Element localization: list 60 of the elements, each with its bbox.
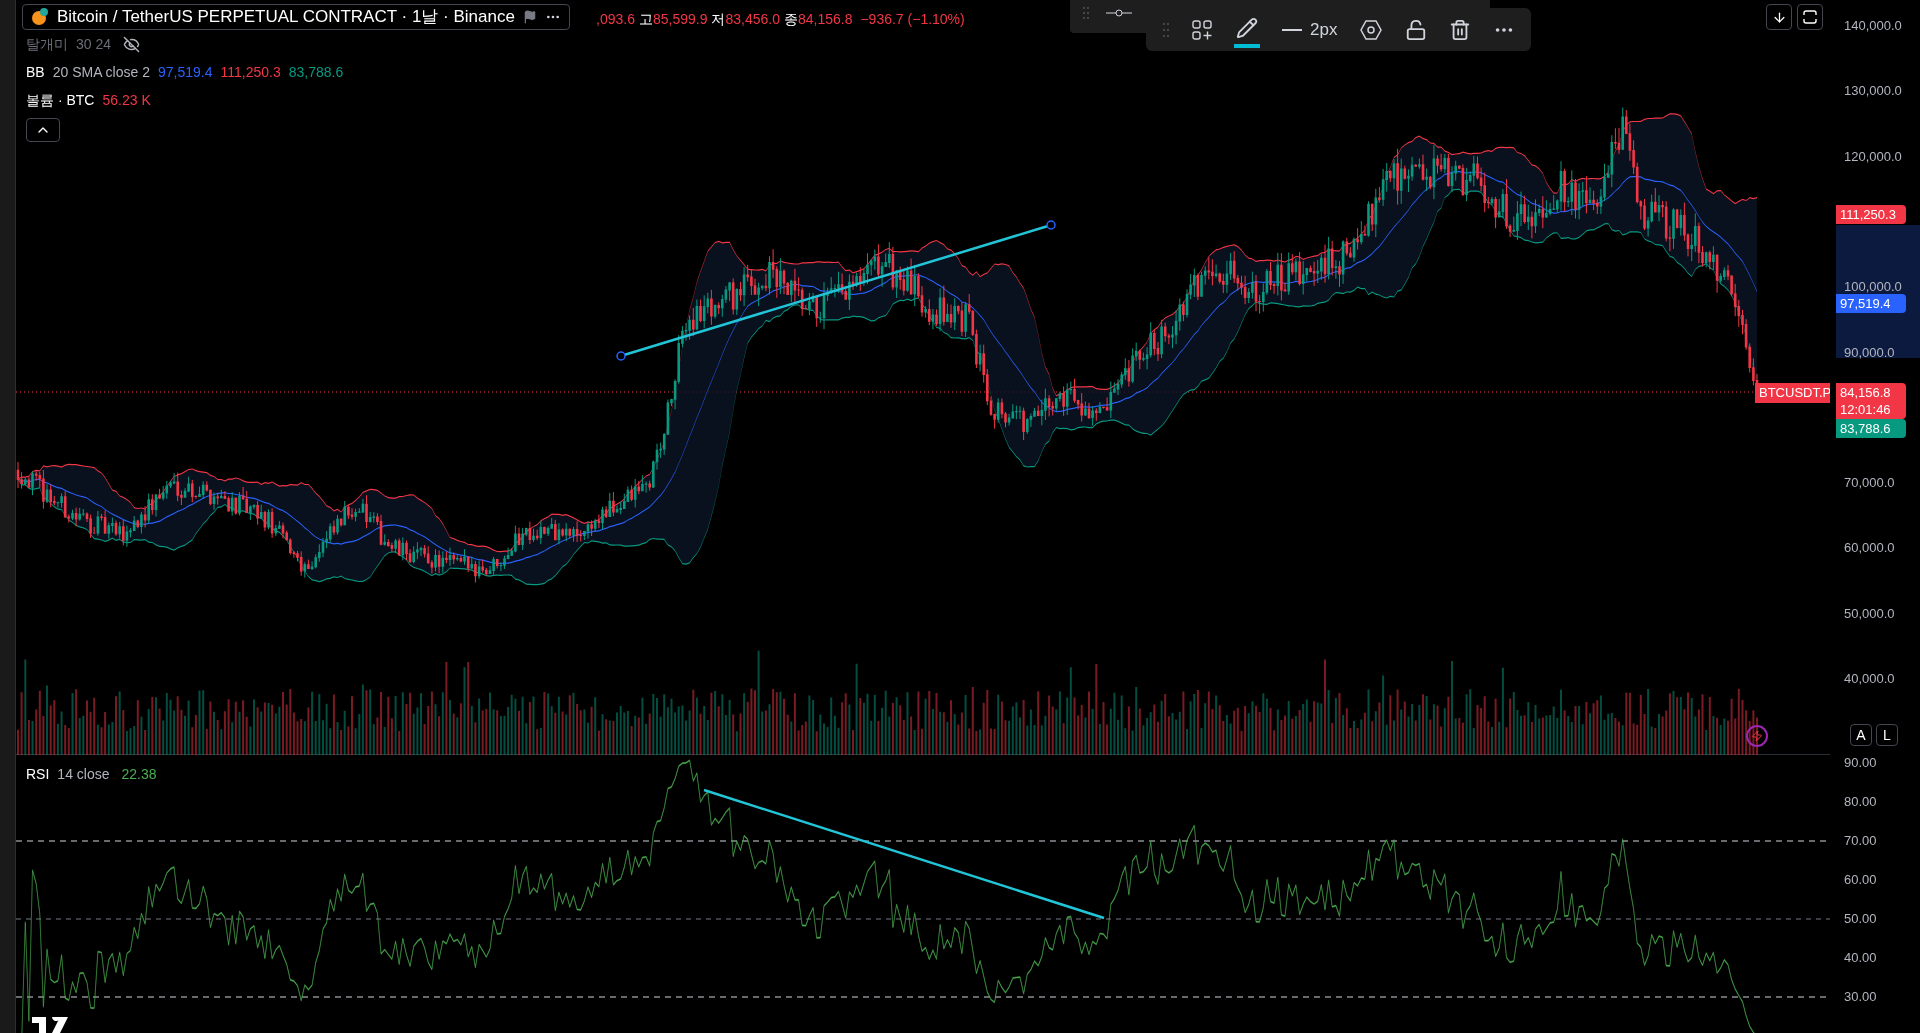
indicator-params: 14 close <box>57 765 110 784</box>
price-tick: 120,000.0 <box>1844 148 1902 165</box>
ohlc-value: 종84,156.8 <box>783 10 853 29</box>
flag-icon[interactable] <box>522 10 537 24</box>
price-tick: 70,000.0 <box>1844 475 1895 492</box>
collapse-button[interactable] <box>26 118 60 142</box>
ohlc-value: 저 83,456.0 <box>711 10 780 29</box>
scale-button[interactable]: L <box>1876 724 1898 746</box>
price-tick: 140,000.0 <box>1844 18 1902 34</box>
slider-icon[interactable] <box>1106 7 1132 18</box>
indicator-params: 30 24 <box>76 35 112 54</box>
rsi-tick: 60.00 <box>1844 872 1877 888</box>
indicator-title[interactable]: RSI <box>26 764 50 785</box>
bitcoin-icon <box>31 8 49 26</box>
price-label: 97,519.4 <box>1836 294 1906 313</box>
indicator-value: 56.23 K <box>102 91 151 110</box>
indicator-title[interactable]: 탈개미 <box>26 34 68 55</box>
grip-icon[interactable] <box>1082 5 1090 20</box>
indicator-title[interactable]: 볼륨 · BTC <box>26 90 95 111</box>
indicator-value: 22.38 <box>121 765 157 784</box>
price-label: 111,250.3 <box>1836 205 1906 224</box>
settings-icon[interactable] <box>1359 17 1384 42</box>
logo-icon <box>30 1017 70 1033</box>
scroll-down-button[interactable] <box>1766 4 1792 30</box>
ohlc-value: 고85,599.9 <box>638 10 708 29</box>
rsi-tick: 30.00 <box>1844 989 1877 1005</box>
indicator-params: 20 SMA close 2 <box>52 63 150 82</box>
line-width-button[interactable]: 2px <box>1282 16 1338 43</box>
price-tick: 40,000.0 <box>1844 671 1895 687</box>
rsi-tick: 70.00 <box>1844 833 1877 849</box>
rsi-tick: 80.00 <box>1844 794 1877 810</box>
price-change: −936.7 (−1.10%) <box>860 10 965 29</box>
rsi-tick: 90.00 <box>1844 755 1877 771</box>
eye-off-icon[interactable] <box>123 36 141 53</box>
price-label: 84,156.8 12:01:46 <box>1836 383 1906 419</box>
ohlc-value: ,093.6 <box>596 10 635 29</box>
fullscreen-button[interactable] <box>1797 4 1823 30</box>
symbol-title: Bitcoin / TetherUS PERPETUAL CONTRACT · 1날 · Binance <box>57 6 515 29</box>
price-tick: 60,000.0 <box>1844 540 1895 557</box>
rsi-tick: 40.00 <box>1844 950 1877 966</box>
indicator-title[interactable]: BB <box>26 62 45 83</box>
rsi-tick: 50.00 <box>1844 911 1877 927</box>
price-tick: 100,000.0 <box>1844 279 1902 296</box>
indicator-value: 97,519.4 <box>157 63 213 82</box>
trend-line[interactable] <box>616 220 1056 361</box>
price-label: 83,788.6 <box>1836 419 1906 438</box>
indicator-value: 83,788.6 <box>288 63 344 82</box>
symbol-header[interactable]: Bitcoin / TetherUS PERPETUAL CONTRACT · 1날 · Binance <box>22 4 570 30</box>
grip-icon[interactable] <box>1162 21 1170 38</box>
unlock-icon[interactable] <box>1405 18 1428 41</box>
trend-line[interactable] <box>703 788 1105 920</box>
price-tick: 50,000.0 <box>1844 605 1895 622</box>
indicator-value: 111,250.3 <box>220 63 281 82</box>
scale-button[interactable]: A <box>1850 724 1872 746</box>
price-tick: 90,000.0 <box>1844 344 1895 361</box>
add-widget-icon[interactable] <box>1192 19 1212 40</box>
delete-icon[interactable] <box>1449 18 1472 41</box>
fullscreen-icon <box>1803 10 1817 24</box>
lightning-icon[interactable] <box>1746 725 1768 747</box>
price-tick: 130,000.0 <box>1844 83 1902 100</box>
